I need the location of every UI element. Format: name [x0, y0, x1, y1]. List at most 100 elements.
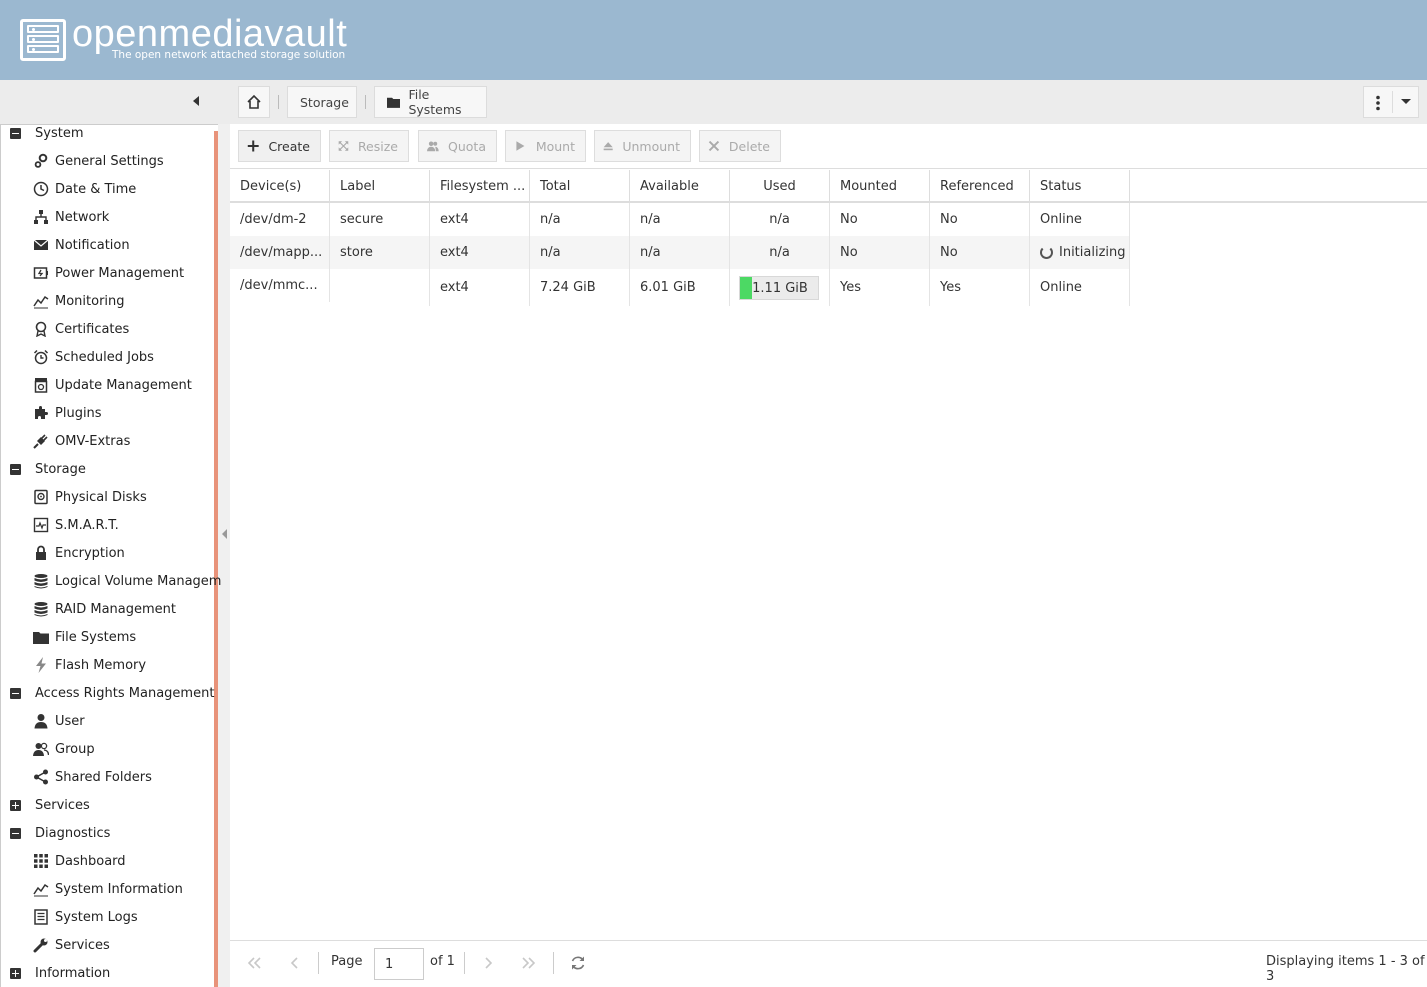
last-page-icon[interactable] — [521, 955, 537, 971]
nav-item-network[interactable]: Network — [33, 206, 109, 228]
nav-item-label: System Information — [55, 881, 183, 897]
nav-item-monitoring[interactable]: Monitoring — [33, 290, 125, 312]
nav-item-power-management[interactable]: Power Management — [33, 262, 184, 284]
nav-item-dashboard[interactable]: Dashboard — [33, 850, 126, 872]
pager-separator — [464, 952, 465, 974]
pager-separator — [553, 952, 554, 974]
cell-device: /dev/mmc... — [230, 269, 330, 302]
breadcrumb-file-systems[interactable]: File Systems — [374, 86, 487, 118]
column-header-available[interactable]: Available — [630, 170, 730, 203]
cell-used: n/a — [730, 203, 830, 236]
nav-item-notification[interactable]: Notification — [33, 234, 130, 256]
breadcrumb-storage[interactable]: Storage — [287, 86, 357, 118]
collapse-toggle-icon[interactable] — [10, 127, 21, 139]
nav-item-omv-extras[interactable]: OMV-Extras — [33, 430, 130, 452]
grid-toolbar — [230, 124, 1427, 169]
expand-toggle-icon[interactable] — [10, 799, 21, 811]
nav-item-logical-volume-management[interactable]: Logical Volume Managem — [33, 570, 221, 592]
create-button[interactable]: Create — [238, 130, 321, 162]
users-icon — [33, 741, 49, 757]
column-header-filesystem[interactable]: Filesystem ... — [430, 170, 530, 203]
nav-group-system[interactable]: System — [10, 122, 83, 144]
puzzle-piece-icon — [33, 405, 49, 421]
nav-item-encryption[interactable]: Encryption — [33, 542, 125, 564]
database-icon — [33, 573, 49, 589]
package-update-icon — [33, 377, 49, 393]
collapse-toggle-icon[interactable] — [10, 827, 21, 839]
nav-item-flash-memory[interactable]: Flash Memory — [33, 654, 146, 676]
column-header-label[interactable]: Label — [330, 170, 430, 203]
resize-button[interactable]: Resize — [329, 130, 409, 162]
refresh-icon[interactable] — [570, 955, 586, 971]
nav-item-general-settings[interactable]: General Settings — [33, 150, 164, 172]
column-header-status[interactable]: Status — [1030, 170, 1130, 203]
expand-arrows-icon — [338, 141, 349, 151]
nav-item-date-time[interactable]: Date & Time — [33, 178, 136, 200]
collapse-sidebar-icon[interactable] — [193, 96, 199, 106]
cell-label: secure — [330, 203, 430, 236]
nav-item-scheduled-jobs[interactable]: Scheduled Jobs — [33, 346, 154, 368]
nav-item-user[interactable]: User — [33, 710, 85, 732]
delete-button[interactable]: Delete — [699, 130, 781, 162]
column-header-used[interactable]: Used — [730, 170, 830, 203]
home-button[interactable] — [238, 86, 270, 118]
first-page-icon[interactable] — [246, 955, 262, 971]
nav-item-group[interactable]: Group — [33, 738, 95, 760]
cell-filesystem: ext4 — [430, 236, 530, 269]
nav-item-label: Monitoring — [55, 293, 125, 309]
nav-group-information[interactable]: Information — [10, 962, 110, 984]
previous-page-icon[interactable] — [286, 955, 302, 971]
cell-referenced: No — [930, 203, 1030, 236]
column-header-device[interactable]: Device(s) — [230, 170, 330, 203]
kebab-menu-icon[interactable] — [1373, 95, 1383, 111]
folder-icon — [387, 97, 401, 108]
cell-status: Online — [1030, 269, 1130, 306]
nav-item-certificates[interactable]: Certificates — [33, 318, 129, 340]
nav-item-label: System Logs — [55, 909, 138, 925]
play-icon — [516, 141, 525, 151]
nav-item-physical-disks[interactable]: Physical Disks — [33, 486, 147, 508]
chevron-down-icon[interactable] — [1400, 98, 1412, 106]
collapse-toggle-icon[interactable] — [10, 463, 21, 475]
quota-button[interactable]: Quota — [418, 130, 497, 162]
nav-item-label: Flash Memory — [55, 657, 147, 673]
column-header-total[interactable]: Total — [530, 170, 630, 203]
page-number-input[interactable] — [374, 948, 424, 980]
nav-item-label: Shared Folders — [55, 769, 152, 785]
page-menu[interactable] — [1363, 86, 1419, 118]
next-page-icon[interactable] — [481, 955, 497, 971]
nav-group-services[interactable]: Services — [10, 794, 90, 816]
nav-item-raid-management[interactable]: RAID Management — [33, 598, 176, 620]
column-header-referenced[interactable]: Referenced — [930, 170, 1030, 203]
unmount-button-label: Unmount — [622, 138, 680, 154]
cell-filesystem: ext4 — [430, 269, 530, 306]
nav-item-system-information[interactable]: System Information — [33, 878, 183, 900]
splitter-collapse-icon[interactable] — [222, 529, 227, 539]
nav-item-label: RAID Management — [55, 601, 177, 617]
nav-item-system-logs[interactable]: System Logs — [33, 906, 138, 928]
breadcrumb-separator — [278, 95, 279, 109]
nav-item-smart[interactable]: S.M.A.R.T. — [33, 514, 119, 536]
nav-item-label: Scheduled Jobs — [55, 349, 154, 365]
mount-button[interactable]: Mount — [505, 130, 586, 162]
nav-item-label: Power Management — [55, 265, 185, 281]
column-header-mounted[interactable]: Mounted — [830, 170, 930, 203]
unmount-button[interactable]: Unmount — [594, 130, 691, 162]
nav-item-file-systems[interactable]: File Systems — [33, 626, 136, 648]
nav-item-plugins[interactable]: Plugins — [33, 402, 102, 424]
share-icon — [33, 769, 49, 785]
wrench-icon — [33, 937, 49, 953]
collapse-toggle-icon[interactable] — [10, 687, 21, 699]
nav-item-shared-folders[interactable]: Shared Folders — [33, 766, 152, 788]
nav-group-storage[interactable]: Storage — [10, 458, 86, 480]
nav-group-diagnostics[interactable]: Diagnostics — [10, 822, 110, 844]
sidebar-splitter[interactable] — [218, 124, 230, 987]
cell-available: n/a — [630, 203, 730, 236]
envelope-icon — [33, 237, 49, 253]
nav-item-update-management[interactable]: Update Management — [33, 374, 192, 396]
nav-item-diagnostics-services[interactable]: Services — [33, 934, 110, 956]
expand-toggle-icon[interactable] — [10, 967, 21, 979]
nav-group-access-rights[interactable]: Access Rights Management — [10, 682, 214, 704]
nav-item-label: Physical Disks — [55, 489, 147, 505]
network-icon — [33, 209, 49, 225]
